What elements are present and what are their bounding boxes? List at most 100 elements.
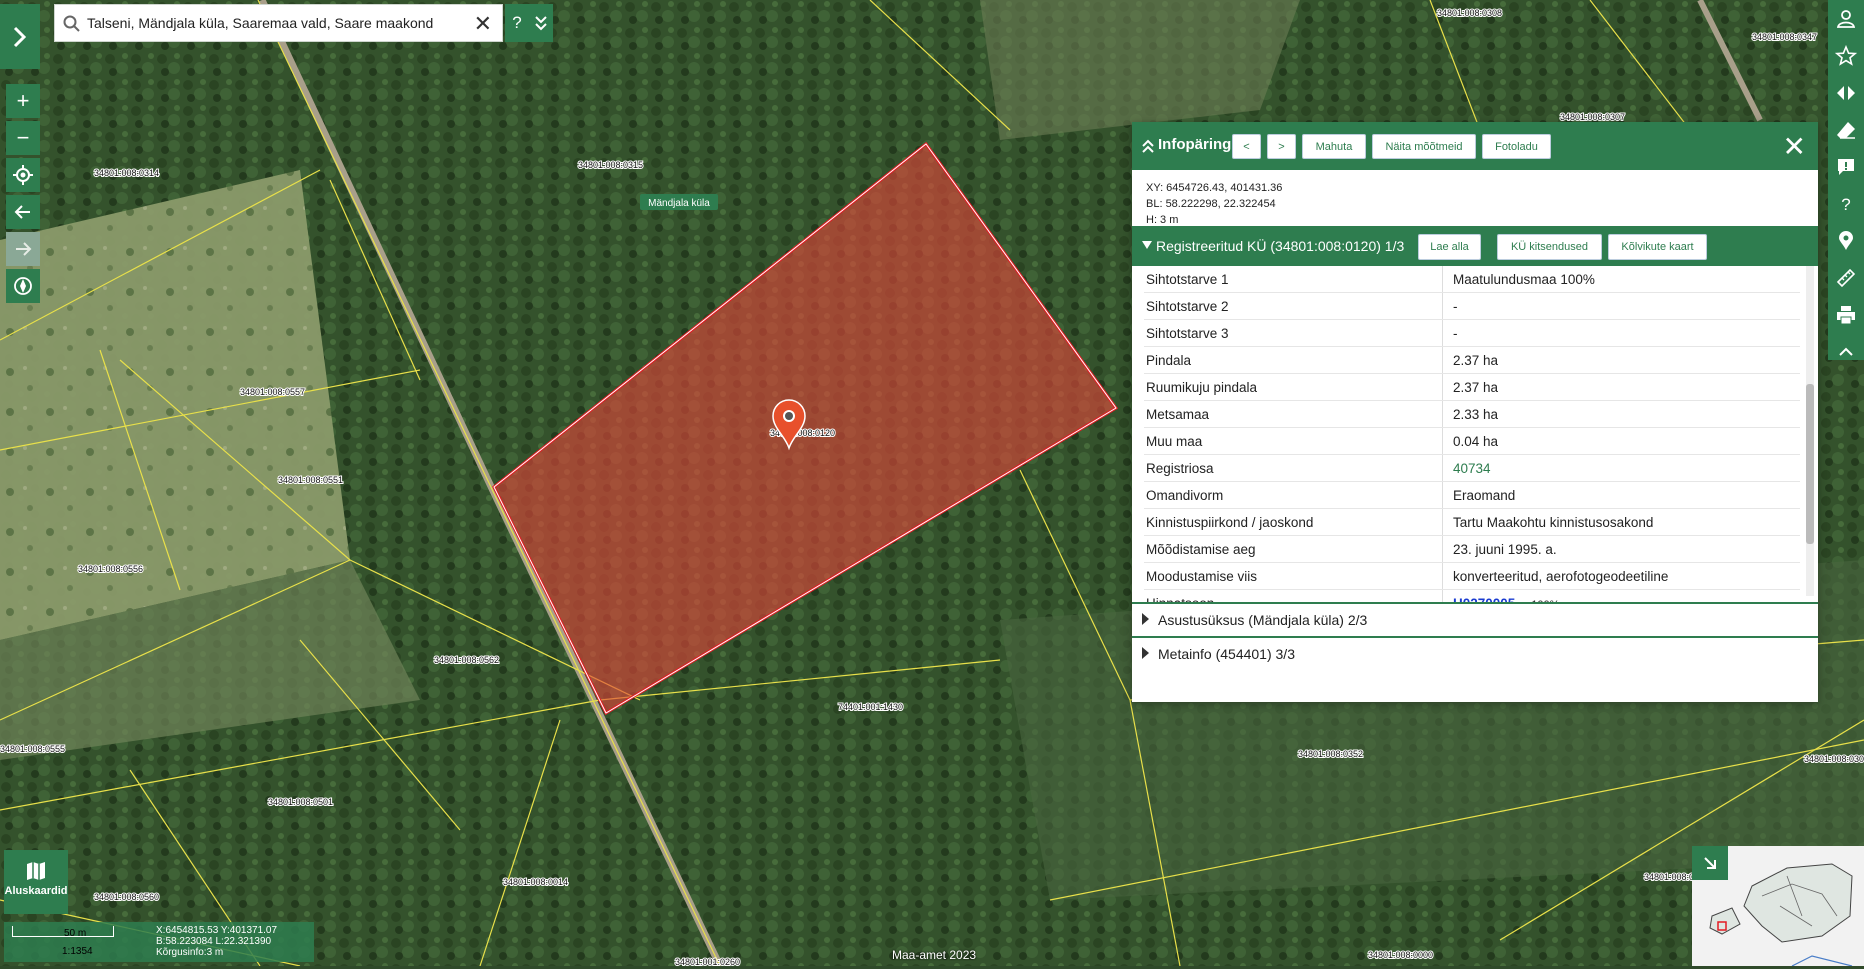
- attribute-value: 40734: [1442, 454, 1800, 482]
- pin-button[interactable]: [1828, 222, 1864, 259]
- parcel-label: 74401:001:1430: [838, 702, 903, 712]
- search-help-button[interactable]: ?: [505, 4, 529, 42]
- attribute-value: 0.04 ha: [1442, 427, 1800, 455]
- zoom-in-button[interactable]: +: [6, 84, 40, 118]
- open-side-panel-button[interactable]: [0, 4, 40, 69]
- map-icon: [27, 862, 45, 880]
- show-measurements-button[interactable]: Näita mõõtmeid: [1372, 134, 1476, 159]
- arrow-left-icon: [14, 205, 30, 219]
- attribute-key: Ruumikuju pindala: [1144, 373, 1443, 401]
- attribute-row: Pindala 2.37 ha: [1144, 346, 1800, 374]
- expand-search-button[interactable]: [529, 4, 553, 42]
- feedback-icon: [1838, 158, 1854, 175]
- measure-button[interactable]: [1828, 259, 1864, 296]
- scale-bar: [12, 926, 114, 937]
- eraser-button[interactable]: [1828, 111, 1864, 148]
- coord-xy: XY: 6454726.43, 401431.36: [1146, 182, 1283, 194]
- locate-button[interactable]: [6, 158, 40, 192]
- basemaps-button[interactable]: Aluskaardid: [4, 850, 68, 914]
- user-button[interactable]: [1828, 0, 1864, 37]
- attribute-key: Hinnatsoon: [1144, 589, 1443, 602]
- compare-button[interactable]: [1828, 74, 1864, 111]
- next-result-button[interactable]: >: [1267, 134, 1296, 159]
- attribute-key: Sihtotstarve 3: [1144, 319, 1443, 347]
- scale-ratio: 1:1354: [62, 946, 93, 957]
- arrow-down-right-icon: [1704, 857, 1716, 869]
- attribute-row: HinnatsoonH0270005100%: [1144, 589, 1800, 602]
- attribute-value: konverteeritud, aerofotogeodeetiline: [1442, 562, 1800, 590]
- help-icon: ?: [1841, 195, 1850, 214]
- attribute-value: 2.37 ha: [1442, 346, 1800, 374]
- section-settlement[interactable]: Asustusüksus (Mändjala küla) 2/3: [1132, 602, 1818, 636]
- query-coordinates: XY: 6454726.43, 401431.36 BL: 58.222298,…: [1132, 170, 1818, 226]
- triangle-right-icon: [1142, 647, 1149, 659]
- attribute-row: Metsamaa 2.33 ha: [1144, 400, 1800, 428]
- parcel-label: 34801:008:0562: [434, 655, 499, 665]
- photo-archive-button[interactable]: Fotoladu: [1482, 134, 1551, 159]
- feedback-button[interactable]: [1828, 148, 1864, 185]
- parcel-label: 34801:008:0304: [1804, 754, 1864, 764]
- attribute-key: Muu maa: [1144, 427, 1443, 455]
- prev-result-button[interactable]: <: [1232, 134, 1261, 159]
- land-use-map-button[interactable]: Kõlvikute kaart: [1608, 234, 1707, 260]
- help-button[interactable]: ?: [1828, 185, 1864, 222]
- collapse-toolbar-button[interactable]: [1828, 333, 1864, 370]
- attribute-row: Moodustamise viis konverteeritud, aerofot…: [1144, 562, 1800, 590]
- section-metainfo[interactable]: Metainfo (454401) 3/3: [1132, 636, 1818, 670]
- compass-icon: [14, 277, 32, 295]
- parcel-label: 34801:008:0000: [1368, 950, 1433, 960]
- print-button[interactable]: [1828, 296, 1864, 333]
- scrollbar-thumb[interactable]: [1806, 384, 1814, 544]
- attribute-value: 23. juuni 1995. a.: [1442, 535, 1800, 563]
- attribute-key: Sihtotstarve 2: [1144, 292, 1443, 320]
- section-title: Asustusüksus (Mändjala küla) 2/3: [1158, 612, 1368, 628]
- info-panel-title: Infopäring: [1158, 136, 1232, 153]
- fit-button[interactable]: Mahuta: [1302, 134, 1366, 159]
- clear-search-icon[interactable]: ✕: [474, 11, 492, 37]
- parcel-label: 34801:008:0307: [1560, 112, 1625, 122]
- restrictions-button[interactable]: KÜ kitsendused: [1497, 234, 1602, 260]
- attribute-key: Sihtotstarve 1: [1144, 266, 1443, 293]
- parcel-label: 34801:008:0014: [503, 877, 568, 887]
- back-button[interactable]: [6, 195, 40, 229]
- arrow-right-icon: [16, 242, 32, 256]
- parcel-label: 34801:001:0260: [675, 957, 740, 966]
- parcel-label: 34801:008:0308: [1437, 8, 1502, 18]
- double-chevron-up-icon[interactable]: [1142, 138, 1154, 154]
- eraser-icon: [1837, 121, 1855, 139]
- parcel-label: 34801:008:0555: [0, 744, 65, 754]
- zoom-out-button[interactable]: −: [6, 121, 40, 155]
- download-button[interactable]: Lae alla: [1418, 234, 1481, 260]
- scale-and-coords: 50 m 1:1354 X:6454815.53 Y:401371.07 B:5…: [4, 922, 314, 962]
- parcel-label: 34801:008:0314: [94, 168, 159, 178]
- attribute-value: 2.37 ha: [1442, 373, 1800, 401]
- registry-link[interactable]: 40734: [1453, 461, 1491, 476]
- locate-icon: [13, 165, 33, 185]
- right-toolbar: ?: [1828, 0, 1864, 360]
- attribute-key: Omandivorm: [1144, 481, 1443, 509]
- attribute-table: Sihtotstarve 1 Maatulundusmaa 100% Sihtots…: [1144, 266, 1800, 602]
- attribute-row: Registriosa 40734: [1144, 454, 1800, 482]
- pin-icon: [1839, 230, 1853, 250]
- attribute-value: Eraomand: [1442, 481, 1800, 509]
- search-input[interactable]: [85, 7, 449, 39]
- attribute-value: -: [1442, 292, 1800, 320]
- overview-toggle-button[interactable]: [1692, 846, 1728, 880]
- attribute-value: Maatulundusmaa 100%: [1442, 266, 1800, 293]
- attribute-key: Moodustamise viis: [1144, 562, 1443, 590]
- compass-button[interactable]: [6, 269, 40, 303]
- section-registered-parcel[interactable]: Registreeritud KÜ (34801:008:0120) 1/3 L…: [1132, 226, 1818, 266]
- parcel-label: 34801:008:0315: [578, 160, 643, 170]
- attribute-value: Tartu Maakohtu kinnistusosakond: [1442, 508, 1800, 536]
- attribute-value: H0270005100%: [1442, 589, 1800, 602]
- forward-button[interactable]: [6, 232, 40, 266]
- parcel-label: 34801:008:0501: [268, 797, 333, 807]
- double-chevron-down-icon: [535, 16, 547, 31]
- attribute-value: -: [1442, 319, 1800, 347]
- svg-text:?: ?: [1841, 195, 1850, 214]
- zoom-in-icon: +: [16, 88, 30, 113]
- attribute-row: Ruumikuju pindala 2.37 ha: [1144, 373, 1800, 401]
- parcel-label: 34801:008:06: [1644, 872, 1699, 882]
- close-icon[interactable]: ✕: [1783, 130, 1806, 163]
- favorites-button[interactable]: [1828, 37, 1864, 74]
